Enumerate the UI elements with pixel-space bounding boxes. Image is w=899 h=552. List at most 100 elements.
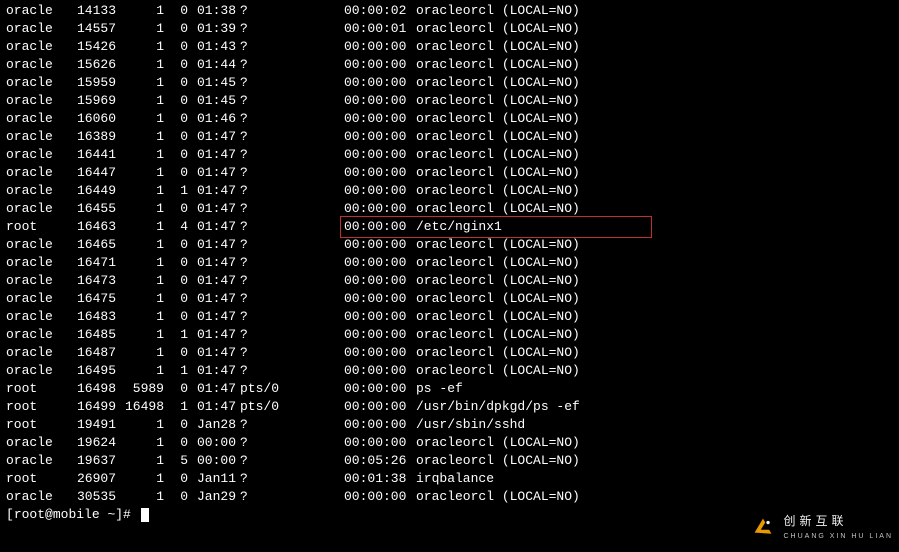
col-time: 00:00:00 [344,38,416,56]
col-tty: ? [236,38,288,56]
col-stime: 01:39 [188,20,236,38]
col-c: 0 [164,92,188,110]
col-time: 00:00:00 [344,56,416,74]
col-time: 00:05:26 [344,452,416,470]
col-cmd: oracleorcl (LOCAL=NO) [416,74,580,92]
col-time: 00:00:00 [344,308,416,326]
col-stime: 01:47 [188,290,236,308]
col-time: 00:00:00 [344,182,416,200]
col-ppid: 1 [116,2,164,20]
col-c: 0 [164,236,188,254]
col-ppid: 1 [116,110,164,128]
col-stime: 01:47 [188,308,236,326]
process-row: oracle164831001:47?00:00:00oracleorcl (L… [6,308,893,326]
col-tty: ? [236,200,288,218]
col-pid: 16485 [68,326,116,344]
col-time: 00:00:01 [344,20,416,38]
col-cmd: oracleorcl (LOCAL=NO) [416,128,580,146]
process-row: oracle164651001:47?00:00:00oracleorcl (L… [6,236,893,254]
col-stime: 01:44 [188,56,236,74]
logo-icon [749,513,777,546]
col-cmd: oracleorcl (LOCAL=NO) [416,2,580,20]
col-user: oracle [6,488,68,506]
process-row: oracle164491101:47?00:00:00oracleorcl (L… [6,182,893,200]
col-ppid: 1 [116,38,164,56]
process-row: root164985989001:47pts/000:00:00ps -ef [6,380,893,398]
col-user: oracle [6,344,68,362]
col-stime: Jan11 [188,470,236,488]
process-row: oracle3053510Jan29?00:00:00oracleorcl (L… [6,488,893,506]
col-cmd: oracleorcl (LOCAL=NO) [416,344,580,362]
col-c: 0 [164,38,188,56]
process-row: oracle164871001:47?00:00:00oracleorcl (L… [6,344,893,362]
col-user: root [6,380,68,398]
col-cmd: oracleorcl (LOCAL=NO) [416,434,580,452]
col-pid: 16473 [68,272,116,290]
col-pid: 15626 [68,56,116,74]
col-user: oracle [6,362,68,380]
col-user: oracle [6,308,68,326]
col-stime: 00:00 [188,434,236,452]
col-tty: ? [236,92,288,110]
col-pid: 16475 [68,290,116,308]
col-c: 0 [164,2,188,20]
col-stime: 01:47 [188,398,236,416]
col-c: 0 [164,416,188,434]
col-c: 5 [164,452,188,470]
col-pid: 19637 [68,452,116,470]
col-tty: ? [236,326,288,344]
col-ppid: 1 [116,308,164,326]
col-user: oracle [6,146,68,164]
process-row: oracle196371500:00?00:05:26oracleorcl (L… [6,452,893,470]
col-time: 00:00:00 [344,380,416,398]
col-tty: ? [236,164,288,182]
prompt-text: [root@mobile ~]# [6,507,139,522]
terminal-output[interactable]: oracle141331001:38?00:00:02oracleorcl (L… [0,0,899,526]
col-ppid: 1 [116,254,164,272]
col-tty: ? [236,362,288,380]
col-ppid: 1 [116,416,164,434]
col-stime: Jan28 [188,416,236,434]
process-row: oracle164751001:47?00:00:00oracleorcl (L… [6,290,893,308]
col-tty: ? [236,128,288,146]
process-row: oracle141331001:38?00:00:02oracleorcl (L… [6,2,893,20]
col-time: 00:00:00 [344,416,416,434]
col-user: oracle [6,164,68,182]
col-stime: 01:43 [188,38,236,56]
col-stime: 01:47 [188,146,236,164]
col-ppid: 1 [116,362,164,380]
col-pid: 14133 [68,2,116,20]
col-stime: 01:47 [188,164,236,182]
col-cmd: oracleorcl (LOCAL=NO) [416,20,580,38]
process-row: oracle164471001:47?00:00:00oracleorcl (L… [6,164,893,182]
col-c: 0 [164,74,188,92]
col-cmd: oracleorcl (LOCAL=NO) [416,308,580,326]
col-ppid: 5989 [116,380,164,398]
col-pid: 15426 [68,38,116,56]
process-row: oracle164411001:47?00:00:00oracleorcl (L… [6,146,893,164]
col-c: 0 [164,200,188,218]
col-cmd: oracleorcl (LOCAL=NO) [416,182,580,200]
col-time: 00:00:02 [344,2,416,20]
col-c: 1 [164,362,188,380]
col-pid: 16487 [68,344,116,362]
col-time: 00:00:00 [344,146,416,164]
col-time: 00:00:00 [344,164,416,182]
col-pid: 16498 [68,380,116,398]
col-time: 00:00:00 [344,254,416,272]
col-stime: 01:47 [188,200,236,218]
col-time: 00:01:38 [344,470,416,488]
col-user: oracle [6,56,68,74]
process-row: oracle163891001:47?00:00:00oracleorcl (L… [6,128,893,146]
col-stime: 00:00 [188,452,236,470]
col-user: oracle [6,452,68,470]
watermark-subtitle: CHUANG XIN HU LIAN [783,528,893,546]
col-time: 00:00:00 [344,272,416,290]
col-tty: ? [236,272,288,290]
col-tty: ? [236,344,288,362]
col-stime: 01:38 [188,2,236,20]
col-tty: ? [236,236,288,254]
col-tty: ? [236,218,288,236]
col-user: oracle [6,254,68,272]
col-time: 00:00:00 [344,290,416,308]
